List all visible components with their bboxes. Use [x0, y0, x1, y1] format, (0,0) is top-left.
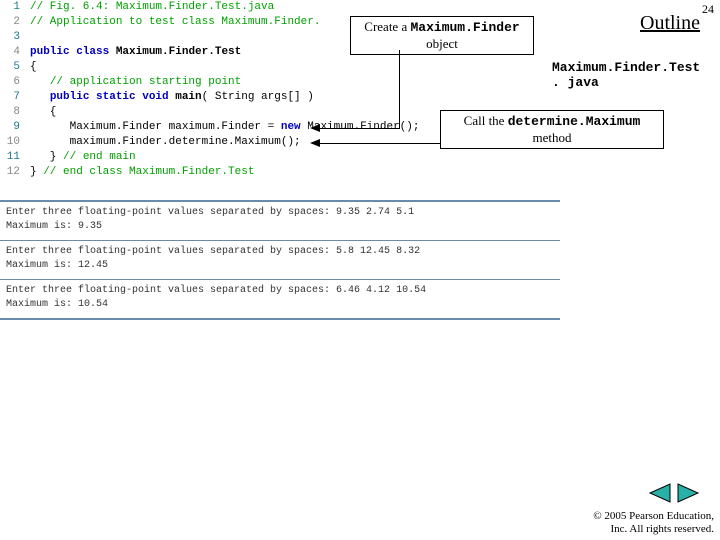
line-number: 12 [0, 165, 20, 180]
output-block: Enter three floating-point values separa… [0, 240, 560, 279]
line-number: 8 [0, 105, 20, 120]
code-text: public static void main( String args[] ) [30, 90, 314, 105]
code-text: { [30, 60, 37, 75]
code-text: // application starting point [30, 75, 241, 90]
callout-post: object [426, 36, 458, 51]
triangle-right-icon [676, 482, 702, 504]
line-number: 1 [0, 0, 20, 15]
code-text: } // end class Maximum.Finder.Test [30, 165, 254, 180]
file-label-line: . java [552, 75, 599, 90]
callout-text: Call the [464, 113, 508, 128]
callout-mono: determine.Maximum [508, 114, 641, 129]
copyright: © 2005 Pearson Education, Inc. All right… [593, 510, 714, 536]
arrow-line [399, 50, 400, 129]
callout-create-object: Create a Maximum.Finder object [350, 16, 534, 55]
callout-post: method [533, 130, 572, 145]
arrow-line [320, 143, 440, 144]
code-line: 7 public static void main( String args[]… [0, 90, 560, 105]
line-number: 5 [0, 60, 20, 75]
copyright-line: © 2005 Pearson Education, [593, 510, 714, 522]
code-line: 5{ [0, 60, 560, 75]
callout-call-method: Call the determine.Maximum method [440, 110, 664, 149]
copyright-line: Inc. All rights reserved. [610, 523, 714, 535]
output-block: Enter three floating-point values separa… [0, 279, 560, 320]
callout-mono: Maximum.Finder [410, 20, 519, 35]
code-line: 12 } // end class Maximum.Finder.Test [0, 165, 560, 180]
triangle-left-icon [646, 482, 672, 504]
line-number: 4 [0, 45, 20, 60]
code-text: public class Maximum.Finder.Test [30, 45, 241, 60]
line-number: 10 [0, 135, 20, 150]
prev-slide-button[interactable] [646, 482, 672, 504]
code-line: 1 // Fig. 6.4: Maximum.Finder.Test.java [0, 0, 560, 15]
outline-heading: Outline [640, 12, 700, 35]
output-block: Enter three floating-point values separa… [0, 200, 560, 240]
code-line: 6 // application starting point [0, 75, 560, 90]
code-text: } // end main [30, 150, 136, 165]
file-label-line: Maximum.Finder.Test [552, 60, 700, 75]
arrow-head-icon [310, 124, 320, 132]
arrow-head-icon [310, 139, 320, 147]
line-number: 6 [0, 75, 20, 90]
line-number: 11 [0, 150, 20, 165]
next-slide-button[interactable] [676, 482, 702, 504]
line-number: 9 [0, 120, 20, 135]
line-number: 2 [0, 15, 20, 30]
line-number: 3 [0, 30, 20, 45]
slide-nav [646, 482, 702, 504]
file-label: Maximum.Finder.Test . java [552, 60, 712, 90]
page-number: 24 [702, 2, 714, 17]
code-text: // Application to test class Maximum.Fin… [30, 15, 320, 30]
code-text: maximum.Finder.determine.Maximum(); [30, 135, 301, 150]
code-line: 11 } // end main [0, 150, 560, 165]
callout-text: Create a [364, 19, 410, 34]
arrow-line [320, 128, 400, 129]
line-number: 7 [0, 90, 20, 105]
program-output: Enter three floating-point values separa… [0, 200, 560, 320]
code-text: { [30, 105, 56, 120]
code-text: // Fig. 6.4: Maximum.Finder.Test.java [30, 0, 274, 15]
